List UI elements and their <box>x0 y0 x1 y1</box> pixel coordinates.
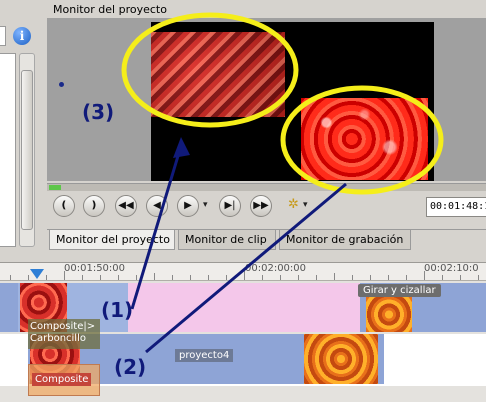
transition-sublabel: Carboncillo <box>30 333 86 344</box>
zone-end-icon: ❫ <box>89 200 99 211</box>
zone-start-icon: ❪ <box>59 200 69 211</box>
ruler-tick <box>298 275 299 280</box>
play-menu-chevron-icon[interactable]: ▾ <box>203 200 208 210</box>
composite-clip-bottom <box>301 98 428 180</box>
playhead-marker[interactable] <box>30 269 44 279</box>
bin-list[interactable] <box>0 53 16 247</box>
ruler-tick <box>478 275 479 280</box>
ruler-label: 00:02:00:00 <box>245 263 307 274</box>
ruler-tick <box>334 273 335 280</box>
step-back-icon: ◀ <box>153 200 161 211</box>
ruler-tick <box>226 275 227 280</box>
info-icon[interactable]: i <box>13 27 31 45</box>
editor-window: { "monitor": { "title": "Monitor del pro… <box>0 0 486 402</box>
ruler-tick <box>424 271 425 280</box>
track1-clip-start[interactable] <box>0 283 18 332</box>
ruler-tick <box>28 275 29 280</box>
monitor-title: Monitor del proyecto <box>53 3 167 16</box>
ruler-tick <box>388 275 389 280</box>
monitor-tabs: Monitor del proyecto Monitor de clip Mon… <box>47 229 486 251</box>
viewer-marker <box>59 82 64 87</box>
clip-name-badge: proyecto4 <box>175 349 234 362</box>
timeline: 00:01:50:00 00:02:00:00 00:02:10:0 Girar… <box>0 262 486 402</box>
ruler-label: 00:02:10:0 <box>424 263 479 274</box>
step-back-button[interactable]: ◀ <box>146 195 168 217</box>
step-forward-button[interactable]: ▶| <box>219 195 241 217</box>
ruler-tick <box>262 275 263 280</box>
ruler-tick <box>244 271 245 280</box>
ruler-tick <box>64 271 65 280</box>
ruler-tick <box>100 275 101 280</box>
transition-label: Composite|> <box>30 321 96 332</box>
video-frame <box>151 22 434 181</box>
tab-clip-monitor[interactable]: Monitor de clip <box>178 230 276 250</box>
ruler-tick <box>136 275 137 280</box>
fast-forward-button[interactable]: ▶▶ <box>250 195 272 217</box>
track2-empty <box>0 334 28 384</box>
fast-forward-icon: ▶▶ <box>253 200 269 211</box>
clip-thumbnail <box>304 334 378 384</box>
project-monitor: Monitor del proyecto ❪ ❫ ◀◀ ◀ ▶ ▾ ▶| ▶▶ … <box>47 0 486 262</box>
playback-controls: ❪ ❫ ◀◀ ◀ ▶ ▾ ▶| ▶▶ ✲ ▾ 00:01:48:1 <box>47 194 486 222</box>
ruler-tick <box>190 275 191 280</box>
rewind-icon: ◀◀ <box>118 200 134 211</box>
annotation-label-1: (1) <box>101 298 134 322</box>
transition-label: Composite <box>32 373 92 386</box>
ruler-tick <box>208 275 209 280</box>
timeline-ruler[interactable]: 00:01:50:00 00:02:00:00 00:02:10:0 <box>0 263 486 281</box>
settings-chevron-icon[interactable]: ▾ <box>303 200 308 210</box>
annotation-label-3: (3) <box>82 100 115 124</box>
track1-clip-end[interactable] <box>446 283 486 332</box>
rewind-button[interactable]: ◀◀ <box>115 195 137 217</box>
step-forward-icon: ▶| <box>224 200 236 211</box>
tab-record-monitor[interactable]: Monitor de grabación <box>279 230 411 250</box>
ruler-tick <box>460 275 461 280</box>
bin-scrollbar[interactable] <box>19 53 35 247</box>
ruler-tick <box>352 275 353 280</box>
bin-search-input[interactable] <box>0 26 6 46</box>
composite-transition-top[interactable]: Composite|> Carboncillo <box>28 319 100 349</box>
play-button[interactable]: ▶ <box>177 195 199 217</box>
monitor-ruler[interactable] <box>47 183 486 191</box>
track1-clip-selected[interactable] <box>128 283 360 332</box>
ruler-tick <box>154 273 155 280</box>
timecode-field[interactable]: 00:01:48:1 <box>426 197 486 217</box>
monitor-position-fill <box>49 185 61 190</box>
ruler-tick <box>172 275 173 280</box>
effect-badge: Girar y cizallar <box>358 284 441 297</box>
ruler-tick <box>442 275 443 280</box>
composite-transition-bottom[interactable]: Composite <box>28 364 100 396</box>
ruler-tick <box>118 275 119 280</box>
ruler-tick <box>280 275 281 280</box>
ruler-label: 00:01:50:00 <box>64 263 126 274</box>
composite-clip-top <box>151 32 285 117</box>
ruler-tick <box>370 275 371 280</box>
clip-thumbnail <box>366 297 412 332</box>
ruler-tick <box>82 275 83 280</box>
ruler-tick <box>316 275 317 280</box>
annotation-label-2: (2) <box>114 355 147 379</box>
zone-end-button[interactable]: ❫ <box>83 195 105 217</box>
play-icon: ▶ <box>184 200 192 211</box>
tab-project-monitor[interactable]: Monitor del proyecto <box>49 230 175 250</box>
zone-start-button[interactable]: ❪ <box>53 195 75 217</box>
ruler-tick <box>10 275 11 280</box>
ruler-tick <box>46 275 47 280</box>
ruler-tick <box>406 275 407 280</box>
project-bin-panel: i <box>0 0 44 262</box>
scrollbar-thumb[interactable] <box>21 70 33 230</box>
